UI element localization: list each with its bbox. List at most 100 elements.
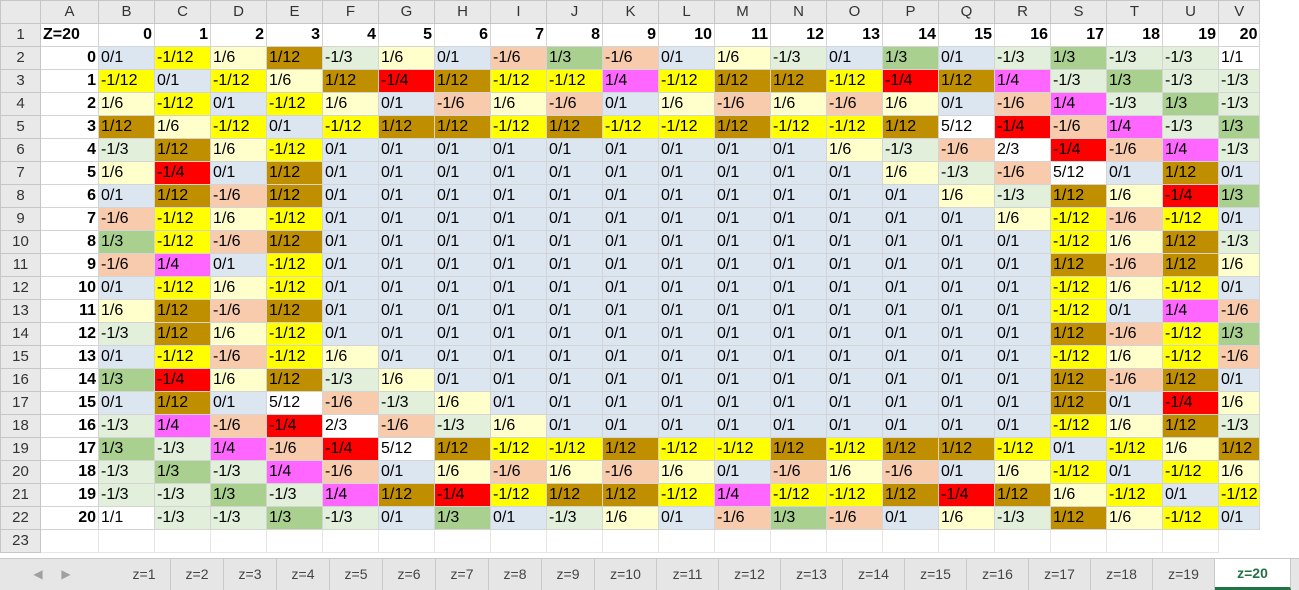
value-cell[interactable]: 0/1 xyxy=(322,161,379,185)
value-cell[interactable]: -1/3 xyxy=(98,138,155,162)
row-header-20[interactable]: 20 xyxy=(0,460,41,484)
row-header-15[interactable]: 15 xyxy=(0,345,41,369)
value-cell[interactable]: -1/3 xyxy=(1217,414,1261,438)
value-cell[interactable]: 1/4 xyxy=(322,483,379,507)
value-cell[interactable]: 1/6 xyxy=(826,460,883,484)
x-header-cell[interactable]: 15 xyxy=(938,23,995,47)
empty-cell[interactable] xyxy=(770,529,827,553)
value-cell[interactable]: 1/6 xyxy=(98,92,155,116)
value-cell[interactable]: 0/1 xyxy=(658,230,715,254)
value-cell[interactable]: 1/6 xyxy=(210,368,267,392)
column-header-g[interactable]: G xyxy=(378,0,435,24)
value-cell[interactable]: 0/1 xyxy=(1106,460,1163,484)
row-header-8[interactable]: 8 xyxy=(0,184,41,208)
value-cell[interactable]: -1/12 xyxy=(154,46,211,70)
empty-cell[interactable] xyxy=(1106,529,1163,553)
column-header-r[interactable]: R xyxy=(994,0,1051,24)
column-header-n[interactable]: N xyxy=(770,0,827,24)
value-cell[interactable]: -1/12 xyxy=(658,437,715,461)
value-cell[interactable]: 0/1 xyxy=(378,253,435,277)
value-cell[interactable]: -1/6 xyxy=(826,92,883,116)
value-cell[interactable]: 1/6 xyxy=(98,299,155,323)
value-cell[interactable]: 1/6 xyxy=(1106,184,1163,208)
value-cell[interactable]: -1/6 xyxy=(770,460,827,484)
value-cell[interactable]: -1/12 xyxy=(154,92,211,116)
value-cell[interactable]: 0/1 xyxy=(938,368,995,392)
column-header-t[interactable]: T xyxy=(1106,0,1163,24)
value-cell[interactable]: 0/1 xyxy=(98,391,155,415)
value-cell[interactable]: -1/12 xyxy=(266,253,323,277)
value-cell[interactable]: 0/1 xyxy=(714,299,771,323)
y-header-cell[interactable]: 12 xyxy=(40,322,99,346)
value-cell[interactable]: 0/1 xyxy=(714,184,771,208)
value-cell[interactable]: -1/3 xyxy=(546,506,603,530)
value-cell[interactable]: 0/1 xyxy=(322,253,379,277)
value-cell[interactable]: 0/1 xyxy=(490,391,547,415)
value-cell[interactable]: 1/12 xyxy=(602,483,659,507)
y-header-cell[interactable]: 7 xyxy=(40,207,99,231)
value-cell[interactable]: 0/1 xyxy=(378,322,435,346)
value-cell[interactable]: -1/3 xyxy=(154,506,211,530)
empty-cell[interactable] xyxy=(490,529,547,553)
column-header-l[interactable]: L xyxy=(658,0,715,24)
value-cell[interactable]: 0/1 xyxy=(322,276,379,300)
value-cell[interactable]: -1/6 xyxy=(210,184,267,208)
value-cell[interactable]: 0/1 xyxy=(210,161,267,185)
value-cell[interactable]: 0/1 xyxy=(602,92,659,116)
value-cell[interactable]: -1/4 xyxy=(322,437,379,461)
value-cell[interactable]: -1/3 xyxy=(1162,46,1219,70)
value-cell[interactable]: 1/12 xyxy=(154,138,211,162)
value-cell[interactable]: 1/12 xyxy=(1162,253,1219,277)
value-cell[interactable]: 1/3 xyxy=(1217,115,1261,139)
value-cell[interactable]: 0/1 xyxy=(546,230,603,254)
value-cell[interactable]: -1/12 xyxy=(266,345,323,369)
sheet-tab-z-4[interactable]: z=4 xyxy=(277,559,330,590)
value-cell[interactable]: 0/1 xyxy=(714,460,771,484)
value-cell[interactable]: -1/4 xyxy=(882,69,939,93)
row-header-18[interactable]: 18 xyxy=(0,414,41,438)
value-cell[interactable]: -1/6 xyxy=(1106,322,1163,346)
value-cell[interactable]: 1/12 xyxy=(1050,506,1107,530)
y-header-cell[interactable]: 0 xyxy=(40,46,99,70)
empty-cell[interactable] xyxy=(154,529,211,553)
value-cell[interactable]: 1/3 xyxy=(770,506,827,530)
value-cell[interactable]: -1/12 xyxy=(1050,414,1107,438)
value-cell[interactable]: 0/1 xyxy=(322,322,379,346)
x-header-cell[interactable]: 3 xyxy=(266,23,323,47)
empty-cell[interactable] xyxy=(210,529,267,553)
value-cell[interactable]: -1/6 xyxy=(98,253,155,277)
value-cell[interactable]: 0/1 xyxy=(546,299,603,323)
value-cell[interactable]: 1/12 xyxy=(882,115,939,139)
value-cell[interactable]: 0/1 xyxy=(210,92,267,116)
value-cell[interactable]: -1/12 xyxy=(826,483,883,507)
value-cell[interactable]: 1/6 xyxy=(1106,414,1163,438)
value-cell[interactable]: 0/1 xyxy=(882,299,939,323)
value-cell[interactable]: 0/1 xyxy=(602,299,659,323)
value-cell[interactable]: 5/12 xyxy=(378,437,435,461)
value-cell[interactable]: 0/1 xyxy=(826,322,883,346)
x-header-cell[interactable]: 5 xyxy=(378,23,435,47)
value-cell[interactable]: 0/1 xyxy=(490,207,547,231)
value-cell[interactable]: 0/1 xyxy=(882,276,939,300)
value-cell[interactable]: 0/1 xyxy=(1050,437,1107,461)
value-cell[interactable]: 0/1 xyxy=(322,299,379,323)
sheet-tab-z-7[interactable]: z=7 xyxy=(436,559,489,590)
empty-cell[interactable] xyxy=(266,529,323,553)
value-cell[interactable]: 1/12 xyxy=(882,437,939,461)
value-cell[interactable]: 0/1 xyxy=(658,391,715,415)
value-cell[interactable]: 0/1 xyxy=(546,161,603,185)
column-header-f[interactable]: F xyxy=(322,0,379,24)
value-cell[interactable]: -1/6 xyxy=(490,46,547,70)
value-cell[interactable]: 0/1 xyxy=(602,253,659,277)
value-cell[interactable]: 1/6 xyxy=(1217,253,1261,277)
value-cell[interactable]: 1/3 xyxy=(266,506,323,530)
value-cell[interactable]: -1/4 xyxy=(434,483,491,507)
value-cell[interactable]: 5/12 xyxy=(1050,161,1107,185)
value-cell[interactable]: -1/12 xyxy=(490,437,547,461)
value-cell[interactable]: 0/1 xyxy=(490,138,547,162)
value-cell[interactable]: 0/1 xyxy=(938,345,995,369)
x-header-cell[interactable]: 7 xyxy=(490,23,547,47)
value-cell[interactable]: -1/6 xyxy=(1106,368,1163,392)
value-cell[interactable]: -1/6 xyxy=(1217,345,1261,369)
value-cell[interactable]: 2/3 xyxy=(322,414,379,438)
